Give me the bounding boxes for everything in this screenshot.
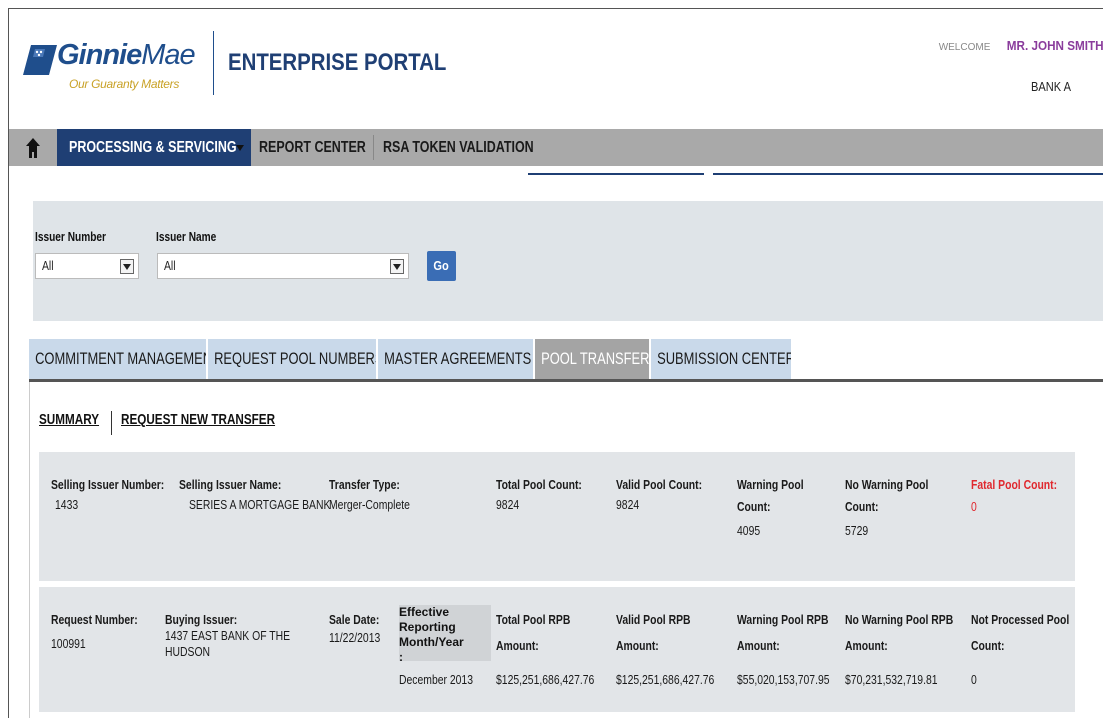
valid-pool-rpb-label: Valid Pool RPB	[616, 612, 691, 627]
warning-pool-count-label: Warning Pool	[737, 477, 804, 492]
total-pool-rpb-value: $125,251,686,427.76	[496, 672, 595, 687]
request-number-value: 100991	[51, 636, 86, 651]
dropdown-arrow-icon[interactable]	[390, 259, 404, 274]
caret-down-icon	[236, 145, 244, 151]
logo-wordmark: GinnieMae	[57, 39, 196, 71]
issuer-number-label: Issuer Number	[35, 229, 107, 244]
effective-reporting-value: December 2013	[399, 672, 473, 687]
valid-pool-rpb-label-2: Amount:	[616, 638, 659, 653]
fatal-pool-count-value: 0	[971, 499, 977, 514]
issuer-name-label: Issuer Name	[156, 229, 217, 244]
selling-issuer-name-value: SERIES A MORTGAGE BANK	[189, 497, 331, 512]
flag-logo-icon	[23, 45, 57, 75]
tab-commitment-management[interactable]: COMMITMENT MANAGEMENT	[29, 339, 207, 379]
issuer-filter-panel: Issuer Number Issuer Name All All Go	[33, 201, 1103, 321]
warning-pool-rpb-value: $55,020,153,707.95	[737, 672, 830, 687]
portal-title: ENTERPRISE PORTAL	[228, 49, 447, 76]
sale-date-value: 11/22/2013	[329, 630, 381, 645]
buying-issuer-label: Buying Issuer:	[165, 612, 238, 627]
selling-issuer-name-label: Selling Issuer Name:	[179, 477, 282, 492]
home-icon	[26, 137, 40, 158]
effective-reporting-label-box: Effective Reporting Month/Year :	[399, 605, 491, 664]
issuer-name-select[interactable]: All	[157, 253, 409, 279]
transfer-type-label: Transfer Type:	[329, 477, 400, 492]
welcome-label: WELCOME	[938, 42, 991, 53]
transfer-summary-panel: Selling Issuer Number: 1433 Selling Issu…	[39, 452, 1075, 581]
tab-request-pool-numbers[interactable]: REQUEST POOL NUMBERS	[208, 339, 377, 379]
total-pool-count-label: Total Pool Count:	[496, 477, 582, 492]
ginnie-mae-logo[interactable]: GinnieMae Our Guaranty Matters	[23, 37, 203, 97]
tab-submission-center[interactable]: SUBMISSION CENTER	[651, 339, 792, 379]
total-pool-rpb-label-2: Amount:	[496, 638, 539, 653]
transfer-type-value: Merger-Complete	[329, 497, 410, 512]
header: GinnieMae Our Guaranty Matters ENTERPRIS…	[9, 9, 1103, 121]
warning-pool-rpb-label: Warning Pool RPB	[737, 612, 829, 627]
selling-issuer-number-value: 1433	[55, 497, 79, 512]
warning-pool-count-value: 4095	[737, 523, 761, 538]
go-button[interactable]: Go	[427, 251, 456, 281]
nav-item-report-center[interactable]: REPORT CENTER	[259, 129, 366, 166]
summary-link[interactable]: SUMMARY	[39, 411, 99, 428]
fatal-pool-count-label: Fatal Pool Count:	[971, 477, 1058, 492]
nav-item-rsa-token-validation[interactable]: RSA TOKEN VALIDATION	[383, 129, 534, 166]
no-warning-pool-rpb-value: $70,231,532,719.81	[845, 672, 938, 687]
valid-pool-count-value: 9824	[616, 497, 640, 512]
nav-item-processing-servicing[interactable]: PROCESSING & SERVICING	[69, 129, 237, 166]
not-processed-pool-label-2: Count:	[971, 638, 1005, 653]
header-divider	[213, 31, 214, 95]
valid-pool-rpb-value: $125,251,686,427.76	[616, 672, 715, 687]
no-warning-pool-count-label-2: Count:	[845, 499, 879, 514]
not-processed-pool-label: Not Processed Pool	[971, 612, 1070, 627]
nav-accent-line	[713, 173, 1103, 175]
issuer-number-select[interactable]: All	[35, 253, 139, 279]
effective-reporting-label: Effective Reporting Month/Year :	[399, 605, 464, 664]
warning-pool-count-label-2: Count:	[737, 499, 771, 514]
subnav-divider	[111, 411, 112, 435]
selling-issuer-number-label: Selling Issuer Number:	[51, 477, 165, 492]
nav-divider	[373, 135, 374, 160]
nav-accent-line	[528, 173, 704, 175]
total-pool-count-value: 9824	[496, 497, 520, 512]
sale-date-label: Sale Date:	[329, 612, 380, 627]
not-processed-pool-value: 0	[971, 672, 977, 687]
tab-pool-transfer[interactable]: POOL TRANSFER	[535, 339, 650, 379]
buying-issuer-value-2: HUDSON	[165, 644, 211, 659]
no-warning-pool-rpb-label: No Warning Pool RPB	[845, 612, 954, 627]
issuer-number-value: All	[42, 258, 54, 273]
module-tabs: COMMITMENT MANAGEMENT REQUEST POOL NUMBE…	[29, 339, 1103, 379]
no-warning-pool-count-label: No Warning Pool	[845, 477, 929, 492]
transfer-request-panel: Request Number: 100991 Buying Issuer: 14…	[39, 587, 1075, 712]
buying-issuer-value: 1437 EAST BANK OF THE	[165, 628, 291, 643]
bank-name: BANK A	[1031, 79, 1071, 94]
issuer-name-value: All	[164, 258, 176, 273]
total-pool-rpb-label: Total Pool RPB	[496, 612, 571, 627]
main-nav: PROCESSING & SERVICING REPORT CENTER RSA…	[9, 129, 1103, 166]
logo-tagline: Our Guaranty Matters	[69, 77, 180, 91]
user-name[interactable]: MR. JOHN SMITH	[1007, 38, 1103, 53]
valid-pool-count-label: Valid Pool Count:	[616, 477, 703, 492]
request-number-label: Request Number:	[51, 612, 138, 627]
tab-master-agreements[interactable]: MASTER AGREEMENTS	[378, 339, 534, 379]
dropdown-arrow-icon[interactable]	[120, 259, 134, 274]
welcome-area: WELCOME MR. JOHN SMITH	[939, 37, 1103, 55]
page-frame: GinnieMae Our Guaranty Matters ENTERPRIS…	[8, 8, 1103, 718]
no-warning-pool-count-value: 5729	[845, 523, 869, 538]
request-new-transfer-link[interactable]: REQUEST NEW TRANSFER	[121, 411, 275, 428]
warning-pool-rpb-label-2: Amount:	[737, 638, 780, 653]
no-warning-pool-rpb-label-2: Amount:	[845, 638, 888, 653]
home-button[interactable]	[9, 129, 57, 166]
